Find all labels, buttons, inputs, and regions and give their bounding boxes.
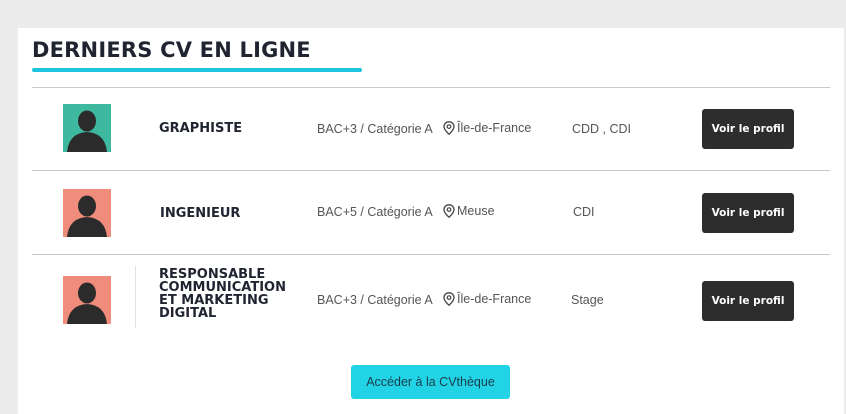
access-cvtheque-button[interactable]: Accéder à la CVthèque: [351, 365, 510, 399]
location: Île-de-France: [443, 292, 531, 306]
job-title: INGENIEUR: [160, 206, 241, 221]
location-label: Île-de-France: [457, 121, 532, 135]
education-level: BAC+3 / Catégorie A: [317, 122, 433, 136]
view-profile-button[interactable]: Voir le profil: [702, 281, 794, 321]
location-label: Île-de-France: [457, 292, 532, 306]
latest-cv-panel: DERNIERS CV EN LIGNE GRAPHISTE BAC+3 / C…: [18, 28, 844, 414]
job-title: GRAPHISTE: [159, 121, 243, 136]
section-title: DERNIERS CV EN LIGNE: [32, 38, 311, 62]
map-pin-icon: [443, 121, 455, 135]
job-title: RESPONSABLE COMMUNICATION ET MARKETING D…: [159, 267, 286, 321]
contract-type: Stage: [571, 293, 604, 307]
location: Île-de-France: [443, 121, 531, 135]
cv-row: INGENIEUR BAC+5 / Catégorie A Meuse CDI …: [32, 170, 830, 252]
view-profile-button[interactable]: Voir le profil: [702, 193, 794, 233]
avatar-person-icon: [63, 189, 111, 237]
map-pin-icon: [443, 292, 455, 306]
row-separator: [135, 266, 136, 328]
avatar-person-icon: [63, 104, 111, 152]
map-pin-icon: [443, 204, 455, 218]
education-level: BAC+3 / Catégorie A: [317, 293, 433, 307]
avatar-person-icon: [63, 276, 111, 324]
location: Meuse: [443, 204, 495, 218]
cv-row: RESPONSABLE COMMUNICATION ET MARKETING D…: [32, 254, 830, 336]
title-underline: [32, 68, 362, 72]
contract-type: CDD , CDI: [572, 122, 632, 136]
contract-type: CDI: [573, 205, 595, 219]
education-level: BAC+5 / Catégorie A: [317, 205, 433, 219]
cv-row: GRAPHISTE BAC+3 / Catégorie A Île-de-Fra…: [32, 87, 830, 169]
location-label: Meuse: [457, 204, 495, 218]
view-profile-button[interactable]: Voir le profil: [702, 109, 794, 149]
